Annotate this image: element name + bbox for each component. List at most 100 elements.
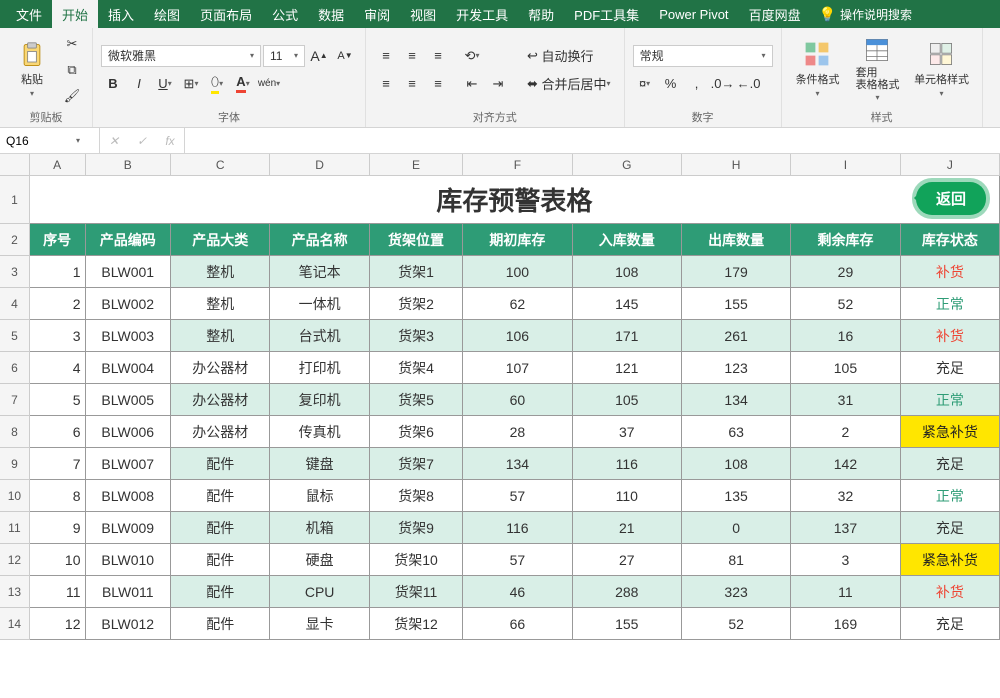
table-cell[interactable]: 323 [682, 576, 791, 608]
table-cell[interactable]: 2 [30, 288, 86, 320]
table-cell[interactable]: 169 [791, 608, 900, 640]
table-cell[interactable]: 3 [30, 320, 86, 352]
table-cell[interactable]: 配件 [171, 480, 270, 512]
table-cell[interactable]: BLW004 [86, 352, 172, 384]
orientation-button[interactable]: ⟲▾ [460, 45, 484, 67]
table-cell[interactable]: 32 [791, 480, 900, 512]
col-header-A[interactable]: A [30, 154, 86, 175]
table-cell[interactable]: 62 [463, 288, 572, 320]
table-cell[interactable]: 配件 [171, 448, 270, 480]
ribbon-tab-8[interactable]: 视图 [400, 0, 446, 28]
col-header-B[interactable]: B [86, 154, 171, 175]
row-header[interactable]: 11 [0, 512, 30, 544]
table-cell[interactable]: 171 [573, 320, 682, 352]
table-cell[interactable]: 货架1 [370, 256, 463, 288]
table-cell[interactable]: 配件 [171, 608, 270, 640]
decrease-font-button[interactable]: A▼ [333, 45, 357, 67]
table-cell[interactable]: 打印机 [270, 352, 369, 384]
table-cell[interactable]: 108 [682, 448, 791, 480]
table-cell[interactable]: 货架6 [370, 416, 463, 448]
table-cell[interactable]: 105 [573, 384, 682, 416]
row-header[interactable]: 7 [0, 384, 30, 416]
table-cell[interactable]: 10 [30, 544, 86, 576]
table-cell[interactable]: 办公器材 [171, 416, 270, 448]
table-cell[interactable]: BLW006 [86, 416, 172, 448]
row-header[interactable]: 4 [0, 288, 30, 320]
table-cell[interactable]: 货架3 [370, 320, 463, 352]
table-cell[interactable]: BLW010 [86, 544, 172, 576]
border-button[interactable]: ⊞▾ [179, 73, 203, 95]
table-header-cell[interactable]: 货架位置 [370, 224, 463, 256]
cancel-icon[interactable]: ✕ [100, 134, 128, 148]
table-cell[interactable]: 46 [463, 576, 572, 608]
font-color-button[interactable]: A▾ [231, 73, 255, 95]
table-cell[interactable]: 145 [573, 288, 682, 320]
table-header-cell[interactable]: 产品编码 [86, 224, 172, 256]
table-cell[interactable]: 配件 [171, 512, 270, 544]
table-cell[interactable]: 货架5 [370, 384, 463, 416]
table-cell[interactable]: 4 [30, 352, 86, 384]
table-cell[interactable]: 显卡 [270, 608, 369, 640]
ribbon-tab-2[interactable]: 插入 [98, 0, 144, 28]
table-cell[interactable]: 1 [30, 256, 86, 288]
table-cell[interactable]: 107 [463, 352, 572, 384]
wrap-text-button[interactable]: ↩ 自动换行 [522, 45, 599, 67]
table-cell[interactable]: 配件 [171, 544, 270, 576]
col-header-C[interactable]: C [171, 154, 270, 175]
table-cell[interactable]: 正常 [901, 480, 1000, 512]
table-cell[interactable]: 60 [463, 384, 572, 416]
table-cell[interactable]: 121 [573, 352, 682, 384]
col-header-J[interactable]: J [901, 154, 1000, 175]
table-cell[interactable]: BLW008 [86, 480, 172, 512]
formula-input[interactable] [185, 128, 1000, 153]
table-cell[interactable]: 8 [30, 480, 86, 512]
table-cell[interactable]: 一体机 [270, 288, 369, 320]
table-cell[interactable]: 21 [573, 512, 682, 544]
row-header[interactable]: 10 [0, 480, 30, 512]
table-cell[interactable]: 整机 [171, 288, 270, 320]
table-cell[interactable]: 6 [30, 416, 86, 448]
table-header-cell[interactable]: 期初库存 [463, 224, 572, 256]
ribbon-tab-7[interactable]: 审阅 [354, 0, 400, 28]
table-cell[interactable]: 110 [573, 480, 682, 512]
number-format-combo[interactable]: 常规▾ [633, 45, 773, 67]
currency-button[interactable]: ¤▾ [633, 73, 657, 95]
table-cell[interactable]: 12 [30, 608, 86, 640]
table-cell[interactable]: 充足 [901, 352, 1000, 384]
indent-dec-button[interactable]: ⇤ [460, 73, 484, 95]
table-cell[interactable]: 31 [791, 384, 900, 416]
ribbon-tab-5[interactable]: 公式 [262, 0, 308, 28]
name-box-input[interactable] [2, 132, 72, 150]
fx-icon[interactable]: fx [156, 134, 184, 148]
ribbon-tab-11[interactable]: PDF工具集 [564, 0, 649, 28]
table-cell[interactable]: 货架4 [370, 352, 463, 384]
table-cell[interactable]: 货架8 [370, 480, 463, 512]
table-cell[interactable]: CPU [270, 576, 369, 608]
ribbon-tab-13[interactable]: 百度网盘 [739, 0, 811, 28]
table-cell[interactable]: 整机 [171, 320, 270, 352]
table-cell[interactable]: 116 [573, 448, 682, 480]
col-header-H[interactable]: H [682, 154, 791, 175]
table-cell[interactable]: 5 [30, 384, 86, 416]
align-top-button[interactable]: ≡ [374, 45, 398, 67]
col-header-G[interactable]: G [573, 154, 682, 175]
table-cell[interactable]: 货架2 [370, 288, 463, 320]
bold-button[interactable]: B [101, 73, 125, 95]
table-header-cell[interactable]: 出库数量 [682, 224, 791, 256]
table-cell[interactable]: 134 [682, 384, 791, 416]
table-cell[interactable]: 货架9 [370, 512, 463, 544]
table-cell[interactable]: 9 [30, 512, 86, 544]
table-cell[interactable]: 123 [682, 352, 791, 384]
table-header-cell[interactable]: 序号 [30, 224, 86, 256]
table-cell[interactable]: 16 [791, 320, 900, 352]
ribbon-tab-4[interactable]: 页面布局 [190, 0, 262, 28]
table-cell[interactable]: 正常 [901, 384, 1000, 416]
col-header-E[interactable]: E [370, 154, 463, 175]
table-cell[interactable]: 整机 [171, 256, 270, 288]
ribbon-tab-9[interactable]: 开发工具 [446, 0, 518, 28]
table-cell[interactable]: 3 [791, 544, 900, 576]
table-cell[interactable]: 155 [682, 288, 791, 320]
format-painter-button[interactable]: 🖌 [60, 85, 84, 107]
sheet-title[interactable]: 库存预警表格 [30, 176, 1000, 224]
chevron-down-icon[interactable]: ▾ [72, 136, 84, 145]
